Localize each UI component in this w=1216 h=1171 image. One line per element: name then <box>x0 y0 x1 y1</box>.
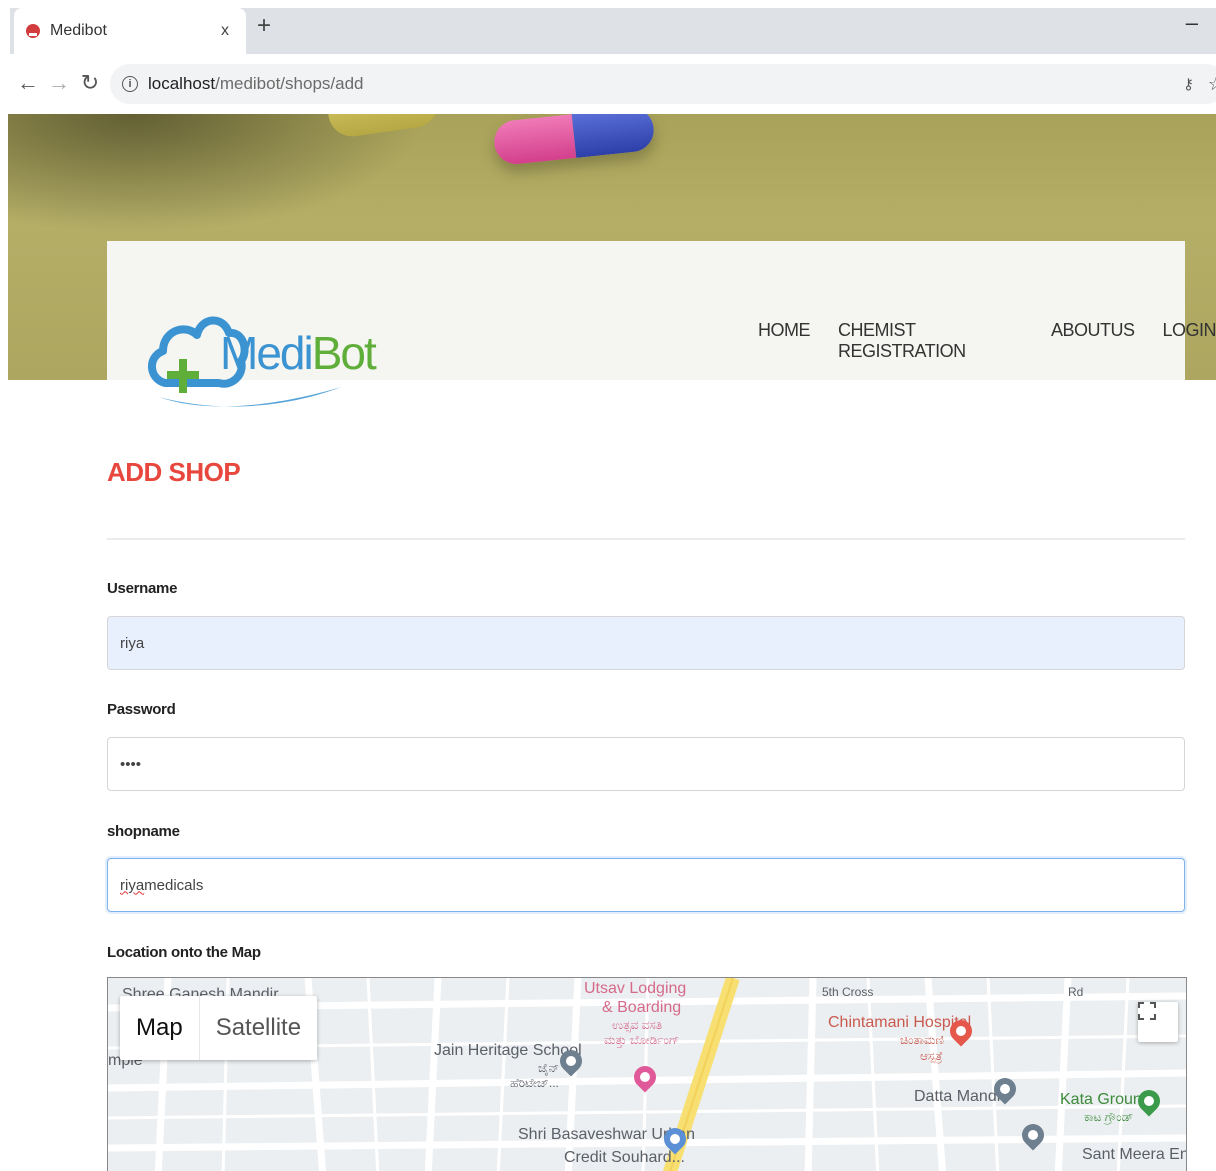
location-label: Location onto the Map <box>107 944 261 961</box>
shopname-value-rest: medicals <box>144 876 204 894</box>
main-nav: HOME CHEMIST REGISTRATION ABOUTUS LOGIN <box>758 320 1216 362</box>
map-type-map-button[interactable]: Map <box>120 996 199 1060</box>
password-value: •••• <box>120 755 142 773</box>
fullscreen-icon <box>1138 1002 1156 1020</box>
map-label-meera: Sant Meera Englis <box>1082 1146 1186 1163</box>
bookmark-star-icon[interactable]: ☆ <box>1208 74 1216 95</box>
reload-icon[interactable]: ↻ <box>78 70 102 96</box>
map-label-utsav-kn-1: ಉತ್ಸವ ವಸತಿ <box>612 1018 663 1032</box>
map-label-utsav-1: Utsav Lodging <box>584 980 687 997</box>
forward-arrow-icon[interactable]: → <box>47 70 71 96</box>
address-bar[interactable]: i localhost/medibot/shops/add ⚷ ☆ <box>110 64 1216 104</box>
nav-chemist-registration[interactable]: CHEMIST REGISTRATION <box>838 320 1023 362</box>
tab-title: Medibot <box>50 22 107 39</box>
map-type-control: Map Satellite <box>120 996 318 1060</box>
nav-aboutus[interactable]: ABOUTUS <box>1051 320 1135 362</box>
map-label-rd: Rd <box>1068 985 1084 999</box>
username-label: Username <box>107 580 178 597</box>
shopname-label: shopname <box>107 823 180 840</box>
browser-toolbar: ← → ↻ i localhost/medibot/shops/add ⚷ ☆ <box>0 56 1216 114</box>
shopname-input[interactable]: riya medicals <box>107 858 1185 912</box>
new-tab-button[interactable]: + <box>254 12 274 40</box>
key-icon[interactable]: ⚷ <box>1183 75 1194 93</box>
info-icon[interactable]: i <box>122 76 138 92</box>
password-label: Password <box>107 701 176 718</box>
map-type-satellite-button[interactable]: Satellite <box>198 996 317 1060</box>
location-map[interactable]: Shree Ganesh Mandir mple Utsav Lodging &… <box>107 977 1187 1171</box>
nav-home[interactable]: HOME <box>758 320 811 362</box>
username-input[interactable]: riya <box>107 616 1185 670</box>
back-arrow-icon[interactable]: ← <box>16 70 40 96</box>
map-label-cross: 5th Cross <box>822 985 874 999</box>
logo-wordmark[interactable]: MediBot <box>220 326 377 380</box>
url-host: localhost <box>148 74 216 93</box>
browser-tab[interactable]: Medibot x <box>14 8 246 54</box>
map-label-utsav-kn-2: ಮತ್ತು ಬೋರ್ಡಿಂಗ್ <box>604 1033 680 1047</box>
map-label-chintamani-kn-2: ಆಸ್ಪತ್ರೆ <box>920 1049 943 1063</box>
medibot-favicon-icon <box>26 24 40 38</box>
fullscreen-button[interactable] <box>1138 1002 1178 1042</box>
divider <box>107 538 1185 540</box>
map-label-basaveshwar-2: Credit Souhard... <box>564 1149 685 1166</box>
url-path: /medibot/shops/add <box>215 74 364 93</box>
map-label-chintamani-kn-1: ಚಿಂತಾಮಣಿ <box>900 1033 944 1047</box>
map-label-jain-kn-2: ಹೆರಿಟೇಜ್... <box>510 1076 559 1090</box>
username-value: riya <box>120 634 145 652</box>
password-input[interactable]: •••• <box>107 737 1185 791</box>
shopname-value-misspelled: riya <box>120 876 145 894</box>
close-tab-icon[interactable]: x <box>216 22 234 40</box>
logo-bot: Bot <box>311 327 377 379</box>
map-label-utsav-2: & Boarding <box>602 999 682 1016</box>
map-label-kata-kn: ಕಾಟ ಗ್ರೌಂಡ್ <box>1084 1110 1134 1124</box>
capsule-image <box>492 114 656 167</box>
map-label-datta: Datta Mandir <box>914 1088 1006 1105</box>
nav-login[interactable]: LOGIN <box>1162 320 1216 362</box>
page-title: ADD SHOP <box>107 457 241 487</box>
map-label-jain-kn-1: ಜೈನ್ <box>538 1061 560 1075</box>
minimize-button[interactable]: – <box>1186 10 1198 36</box>
logo-medi: Medi <box>220 327 314 379</box>
browser-tab-bar: Medibot x + – <box>0 0 1216 56</box>
